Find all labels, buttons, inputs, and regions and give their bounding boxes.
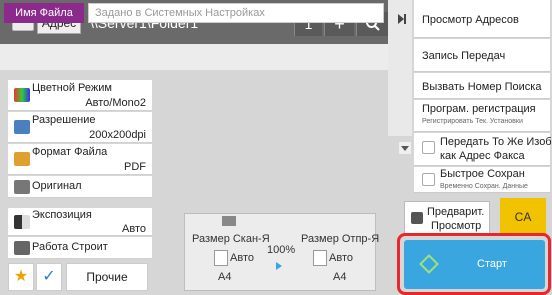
other-button[interactable]: Прочие	[66, 263, 148, 291]
setting-color-mode[interactable]: Цветной Режим Авто/Mono2	[8, 80, 152, 111]
scale-value: 100%	[267, 244, 296, 256]
collapse-arrow-icon	[398, 14, 404, 24]
setting-exposure[interactable]: Экспозиция Авто	[8, 208, 152, 236]
quick-save-label: Быстрое Сохран	[440, 168, 525, 180]
scan-size-label: Размер Скан-Я	[192, 233, 270, 245]
send-paper: A4	[333, 271, 347, 283]
scanner-icon	[222, 216, 236, 226]
scroll-down-icon[interactable]	[399, 142, 411, 154]
setting-title: Формат Файла	[32, 146, 108, 158]
transmission-log-button[interactable]: Запись Передач	[414, 39, 550, 72]
start-button[interactable]: Старт	[404, 240, 545, 289]
send-same-checkbox[interactable]	[422, 141, 435, 154]
resolution-icon	[14, 120, 30, 134]
preview-icon	[411, 212, 423, 224]
arrow-right-icon	[276, 262, 282, 270]
quick-save-sub: Временно Сохран. Данные	[440, 183, 528, 190]
quick-save-checkbox[interactable]	[422, 173, 435, 186]
setting-file-format[interactable]: Формат Файла PDF	[8, 144, 152, 175]
file-format-icon	[14, 152, 30, 166]
collapse-bar-icon	[404, 14, 406, 24]
setting-value: PDF	[124, 161, 146, 173]
send-auto: Авто	[329, 252, 353, 264]
start-icon	[419, 254, 439, 274]
scan-paper: A4	[218, 271, 232, 283]
check-icon: ✓	[42, 268, 56, 285]
quick-save-option[interactable]: Быстрое Сохран Временно Сохран. Данные	[414, 167, 550, 193]
program-register-sub: Регистрировать Тек. Установки	[422, 118, 523, 125]
setting-value: 200x200dpi	[89, 129, 146, 141]
color-mode-icon	[14, 88, 30, 102]
preview-label-2: Просмотр	[431, 220, 482, 232]
address-view-button[interactable]: Просмотр Адресов	[414, 0, 550, 38]
preview-button[interactable]: Предварит. Просмотр	[404, 201, 490, 235]
setting-value: Авто	[122, 223, 146, 235]
filename-label[interactable]: Имя Файла	[4, 3, 84, 23]
call-search-button[interactable]: Вызвать Номер Поиска	[414, 73, 550, 99]
exposure-icon	[14, 215, 30, 229]
filename-row	[0, 44, 388, 70]
document-icon	[313, 250, 327, 266]
setting-title: Оригинал	[32, 180, 82, 192]
send-same-label-2: как Адрес Факса	[440, 150, 525, 162]
job-build-icon	[14, 241, 30, 255]
setting-original[interactable]: Оригинал	[8, 176, 152, 198]
program-register-label: Програм. регистрация	[422, 103, 536, 115]
scan-auto: Авто	[230, 252, 254, 264]
check-button[interactable]: ✓	[36, 263, 62, 291]
address-view-label: Просмотр Адресов	[422, 14, 519, 26]
clear-all-button[interactable]: CA	[500, 198, 546, 236]
send-same-image-option[interactable]: Передать То Же Изоб. как Адрес Факса	[414, 133, 552, 166]
filename-input[interactable]: Задано в Системных Настройках	[88, 3, 384, 23]
send-same-label: Передать То Же Изоб.	[440, 136, 552, 148]
setting-job-build[interactable]: Работа Строит	[8, 237, 152, 259]
setting-value: Авто/Mono2	[85, 97, 146, 109]
favorites-button[interactable]: ★	[8, 263, 34, 291]
preview-label: Предварит.	[427, 206, 485, 218]
transmission-log-label: Запись Передач	[422, 50, 506, 62]
program-register-button[interactable]: Програм. регистрация Регистрировать Тек.…	[414, 100, 550, 132]
document-icon	[214, 250, 228, 266]
setting-title: Экспозиция	[32, 209, 92, 221]
setting-resolution[interactable]: Разрешение 200x200dpi	[8, 112, 152, 143]
send-size-label: Размер Отпр-Я	[301, 233, 380, 245]
start-label: Старт	[477, 258, 507, 270]
setting-title: Работа Строит	[32, 241, 108, 253]
setting-title: Цветной Режим	[32, 82, 112, 94]
original-icon	[14, 180, 30, 194]
call-search-label: Вызвать Номер Поиска	[422, 81, 542, 93]
setting-title: Разрешение	[32, 114, 96, 126]
star-icon: ★	[13, 268, 29, 285]
